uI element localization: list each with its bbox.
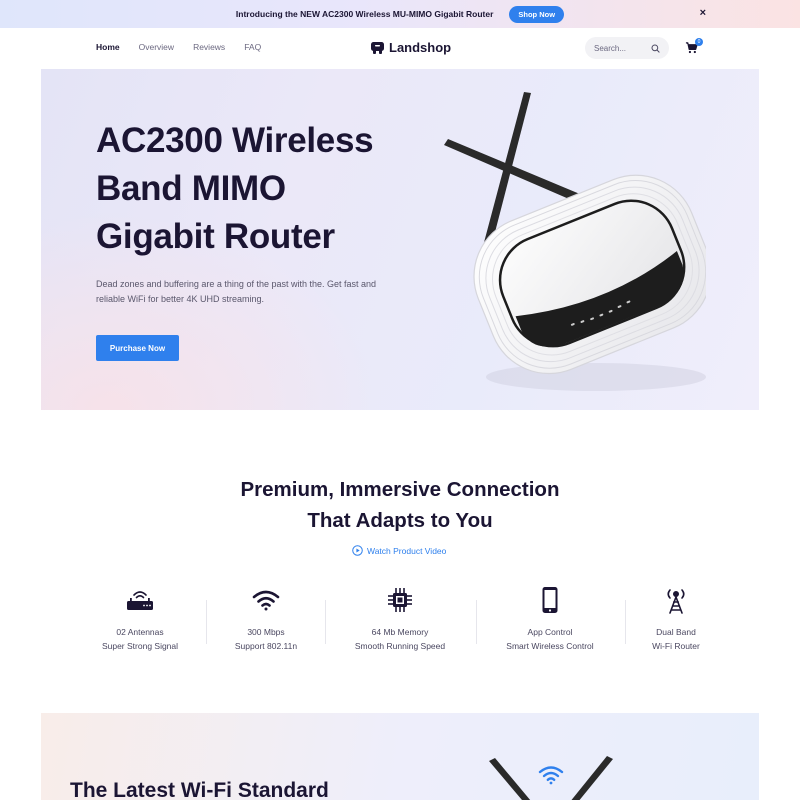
search-box <box>585 37 669 59</box>
feature-subtitle: Wi-Fi Router <box>652 641 700 651</box>
features-row: 02 Antennas Super Strong Signal 300 Mbps… <box>70 585 730 665</box>
phone-icon <box>542 587 558 613</box>
cart-button[interactable]: 0 <box>685 38 703 55</box>
hero-description: Dead zones and buffering are a thing of … <box>96 279 377 304</box>
main-nav: Home Overview Reviews FAQ <box>96 42 261 52</box>
shop-now-button[interactable]: Shop Now <box>509 5 565 23</box>
watch-video-link[interactable]: Watch Product Video <box>352 545 446 556</box>
hero-title: AC2300 Wireless Band MIMO Gigabit Router <box>96 117 426 261</box>
feature-subtitle: Smooth Running Speed <box>354 641 446 651</box>
router-icon <box>127 591 153 610</box>
section-heading: The Latest Wi-Fi Standard <box>70 779 329 800</box>
logo[interactable]: Landshop <box>371 40 451 55</box>
hero-section: AC2300 Wireless Band MIMO Gigabit Router… <box>41 69 759 410</box>
feature-title: 02 Antennas <box>116 627 164 637</box>
site-header: Home Overview Reviews FAQ Landshop 0 <box>0 28 800 68</box>
play-circle-icon <box>352 545 363 556</box>
feature-subtitle: Smart Wireless Control <box>506 641 594 651</box>
nav-item-reviews[interactable]: Reviews <box>193 42 225 52</box>
nav-item-faq[interactable]: FAQ <box>244 42 261 52</box>
feature-item: 300 Mbps Support 802.11n <box>196 585 336 653</box>
feature-title: 300 Mbps <box>247 627 285 637</box>
feature-subtitle: Super Strong Signal <box>101 641 179 651</box>
feature-subtitle: Support 802.11n <box>234 641 298 651</box>
feature-divider <box>476 600 477 644</box>
feature-title: Dual Band <box>656 627 696 637</box>
section-title-line: That Adapts to You <box>307 509 493 532</box>
hero-title-line: Gigabit Router <box>96 217 335 256</box>
announcement-bar: Introducing the NEW AC2300 Wireless MU-M… <box>0 0 800 28</box>
feature-divider <box>325 600 326 644</box>
feature-item: Dual Band Wi-Fi Router <box>606 585 746 653</box>
hero-title-line: AC2300 Wireless <box>96 121 374 160</box>
feature-item: 64 Mb Memory Smooth Running Speed <box>330 585 470 653</box>
hero-title-line: Band MIMO <box>96 169 286 208</box>
wifi-standard-section: The Latest Wi-Fi Standard <box>41 713 759 800</box>
search-input[interactable] <box>594 43 649 53</box>
close-icon[interactable]: × <box>700 7 706 19</box>
section-title-line: Premium, Immersive Connection <box>240 478 560 501</box>
antenna-tower-icon <box>667 589 685 614</box>
feature-item: App Control Smart Wireless Control <box>480 585 620 653</box>
logo-text: Landshop <box>389 40 452 55</box>
nav-item-overview[interactable]: Overview <box>139 42 174 52</box>
cart-count-badge: 0 <box>695 38 703 46</box>
feature-title: App Control <box>527 627 573 637</box>
wifi-icon <box>538 766 564 785</box>
announcement-text: Introducing the NEW AC2300 Wireless MU-M… <box>235 9 494 19</box>
search-icon[interactable] <box>651 43 660 53</box>
feature-title: 64 Mb Memory <box>371 627 429 637</box>
wifi-icon <box>252 590 280 611</box>
landshop-logo-icon <box>371 41 384 54</box>
section-title: Premium, Immersive Connection That Adapt… <box>200 474 600 536</box>
router-image <box>444 92 706 391</box>
nav-item-home[interactable]: Home <box>96 42 120 52</box>
watch-video-label: Watch Product Video <box>367 545 447 556</box>
chip-icon <box>388 588 412 612</box>
feature-item: 02 Antennas Super Strong Signal <box>70 585 210 653</box>
purchase-now-button[interactable]: Purchase Now <box>96 335 179 361</box>
